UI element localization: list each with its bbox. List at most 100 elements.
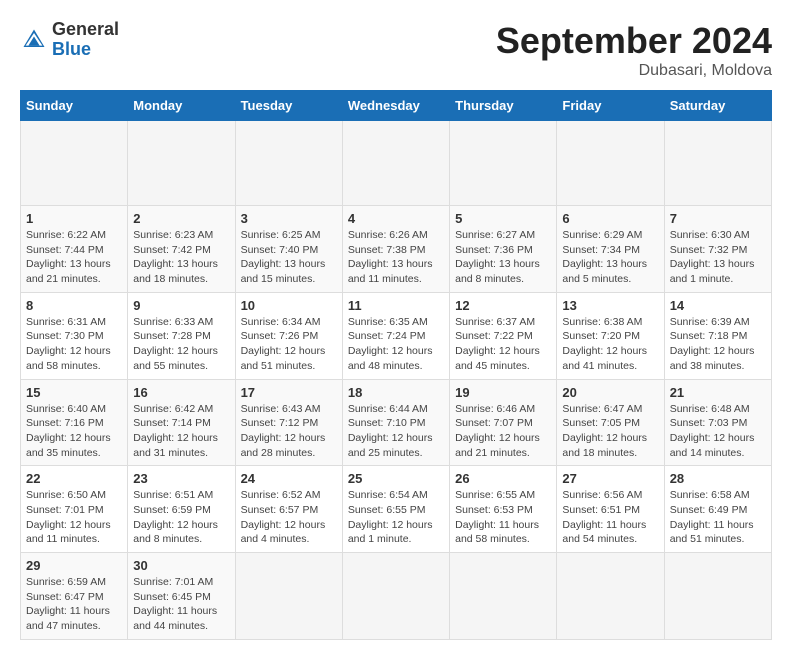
logo: General Blue [20, 20, 119, 60]
day-info: Sunrise: 6:22 AMSunset: 7:44 PMDaylight:… [26, 228, 122, 287]
day-info: Sunrise: 6:37 AMSunset: 7:22 PMDaylight:… [455, 315, 551, 374]
day-cell: 10Sunrise: 6:34 AMSunset: 7:26 PMDayligh… [235, 292, 342, 379]
day-cell: 1 Sunrise: 6:22 AMSunset: 7:44 PMDaylight… [21, 206, 128, 293]
day-number: 29 [26, 558, 122, 573]
week-row-3: 15Sunrise: 6:40 AMSunset: 7:16 PMDayligh… [21, 379, 772, 466]
day-cell [664, 121, 771, 206]
day-cell: 9 Sunrise: 6:33 AMSunset: 7:28 PMDaylight… [128, 292, 235, 379]
day-number: 24 [241, 471, 337, 486]
day-number: 8 [26, 298, 122, 313]
day-cell: 15Sunrise: 6:40 AMSunset: 7:16 PMDayligh… [21, 379, 128, 466]
logo-icon [20, 26, 48, 54]
day-cell [342, 553, 449, 640]
day-info: Sunrise: 6:54 AMSunset: 6:55 PMDaylight:… [348, 488, 444, 547]
logo-blue: Blue [52, 40, 119, 60]
day-info: Sunrise: 6:26 AMSunset: 7:38 PMDaylight:… [348, 228, 444, 287]
day-cell [128, 121, 235, 206]
day-info: Sunrise: 6:39 AMSunset: 7:18 PMDaylight:… [670, 315, 766, 374]
day-cell [557, 553, 664, 640]
day-number: 2 [133, 211, 229, 226]
day-info: Sunrise: 6:52 AMSunset: 6:57 PMDaylight:… [241, 488, 337, 547]
day-number: 12 [455, 298, 551, 313]
week-row-5: 29 Sunrise: 6:59 AMSunset: 6:47 PMDayligh… [21, 553, 772, 640]
day-number: 26 [455, 471, 551, 486]
day-cell: 20Sunrise: 6:47 AMSunset: 7:05 PMDayligh… [557, 379, 664, 466]
day-cell [557, 121, 664, 206]
day-cell: 4 Sunrise: 6:26 AMSunset: 7:38 PMDaylight… [342, 206, 449, 293]
day-cell: 21 Sunrise: 6:48 AMSunset: 7:03 PMDayligh… [664, 379, 771, 466]
day-cell: 28Sunrise: 6:58 AMSunset: 6:49 PMDayligh… [664, 466, 771, 553]
day-info: Sunrise: 6:23 AMSunset: 7:42 PMDaylight:… [133, 228, 229, 287]
day-number: 3 [241, 211, 337, 226]
day-cell: 22 Sunrise: 6:50 AMSunset: 7:01 PMDayligh… [21, 466, 128, 553]
day-info: Sunrise: 6:59 AMSunset: 6:47 PMDaylight:… [26, 575, 122, 634]
day-info: Sunrise: 6:33 AMSunset: 7:28 PMDaylight:… [133, 315, 229, 374]
day-cell: 16Sunrise: 6:42 AMSunset: 7:14 PMDayligh… [128, 379, 235, 466]
day-cell: 3 Sunrise: 6:25 AMSunset: 7:40 PMDaylight… [235, 206, 342, 293]
day-info: Sunrise: 6:40 AMSunset: 7:16 PMDaylight:… [26, 402, 122, 461]
day-cell [21, 121, 128, 206]
day-number: 22 [26, 471, 122, 486]
col-sunday: Sunday [21, 91, 128, 121]
day-info: Sunrise: 6:58 AMSunset: 6:49 PMDaylight:… [670, 488, 766, 547]
day-number: 25 [348, 471, 444, 486]
day-number: 4 [348, 211, 444, 226]
day-cell: 30 Sunrise: 7:01 AMSunset: 6:45 PMDayligh… [128, 553, 235, 640]
day-info: Sunrise: 7:01 AMSunset: 6:45 PMDaylight:… [133, 575, 229, 634]
title-section: September 2024 Dubasari, Moldova [496, 20, 772, 80]
day-info: Sunrise: 6:25 AMSunset: 7:40 PMDaylight:… [241, 228, 337, 287]
day-cell [235, 121, 342, 206]
day-number: 27 [562, 471, 658, 486]
day-cell: 19Sunrise: 6:46 AMSunset: 7:07 PMDayligh… [450, 379, 557, 466]
week-row-0 [21, 121, 772, 206]
day-number: 7 [670, 211, 766, 226]
day-info: Sunrise: 6:50 AMSunset: 7:01 PMDaylight:… [26, 488, 122, 547]
day-cell: 25 Sunrise: 6:54 AMSunset: 6:55 PMDayligh… [342, 466, 449, 553]
day-info: Sunrise: 6:38 AMSunset: 7:20 PMDaylight:… [562, 315, 658, 374]
day-cell: 18Sunrise: 6:44 AMSunset: 7:10 PMDayligh… [342, 379, 449, 466]
day-number: 30 [133, 558, 229, 573]
day-info: Sunrise: 6:43 AMSunset: 7:12 PMDaylight:… [241, 402, 337, 461]
calendar-table: Sunday Monday Tuesday Wednesday Thursday… [20, 90, 772, 640]
day-number: 13 [562, 298, 658, 313]
day-cell [664, 553, 771, 640]
day-cell: 11 Sunrise: 6:35 AMSunset: 7:24 PMDayligh… [342, 292, 449, 379]
day-number: 21 [670, 385, 766, 400]
month-title: September 2024 [496, 20, 772, 62]
day-cell: 14Sunrise: 6:39 AMSunset: 7:18 PMDayligh… [664, 292, 771, 379]
day-number: 6 [562, 211, 658, 226]
logo-text: General Blue [52, 20, 119, 60]
day-cell: 6 Sunrise: 6:29 AMSunset: 7:34 PMDaylight… [557, 206, 664, 293]
day-number: 11 [348, 298, 444, 313]
logo-general: General [52, 20, 119, 40]
day-cell: 12 Sunrise: 6:37 AMSunset: 7:22 PMDayligh… [450, 292, 557, 379]
day-cell [450, 553, 557, 640]
day-info: Sunrise: 6:48 AMSunset: 7:03 PMDaylight:… [670, 402, 766, 461]
col-thursday: Thursday [450, 91, 557, 121]
day-cell [450, 121, 557, 206]
week-row-2: 8 Sunrise: 6:31 AMSunset: 7:30 PMDaylight… [21, 292, 772, 379]
col-friday: Friday [557, 91, 664, 121]
col-monday: Monday [128, 91, 235, 121]
day-info: Sunrise: 6:55 AMSunset: 6:53 PMDaylight:… [455, 488, 551, 547]
day-info: Sunrise: 6:31 AMSunset: 7:30 PMDaylight:… [26, 315, 122, 374]
day-number: 1 [26, 211, 122, 226]
day-number: 23 [133, 471, 229, 486]
day-number: 9 [133, 298, 229, 313]
day-cell: 23 Sunrise: 6:51 AMSunset: 6:59 PMDayligh… [128, 466, 235, 553]
week-row-1: 1 Sunrise: 6:22 AMSunset: 7:44 PMDaylight… [21, 206, 772, 293]
day-info: Sunrise: 6:29 AMSunset: 7:34 PMDaylight:… [562, 228, 658, 287]
week-row-4: 22 Sunrise: 6:50 AMSunset: 7:01 PMDayligh… [21, 466, 772, 553]
day-cell: 13 Sunrise: 6:38 AMSunset: 7:20 PMDayligh… [557, 292, 664, 379]
day-cell: 29 Sunrise: 6:59 AMSunset: 6:47 PMDayligh… [21, 553, 128, 640]
day-info: Sunrise: 6:27 AMSunset: 7:36 PMDaylight:… [455, 228, 551, 287]
day-cell: 26 Sunrise: 6:55 AMSunset: 6:53 PMDayligh… [450, 466, 557, 553]
day-info: Sunrise: 6:35 AMSunset: 7:24 PMDaylight:… [348, 315, 444, 374]
day-info: Sunrise: 6:44 AMSunset: 7:10 PMDaylight:… [348, 402, 444, 461]
day-cell: 5Sunrise: 6:27 AMSunset: 7:36 PMDaylight… [450, 206, 557, 293]
day-info: Sunrise: 6:51 AMSunset: 6:59 PMDaylight:… [133, 488, 229, 547]
day-number: 17 [241, 385, 337, 400]
day-info: Sunrise: 6:34 AMSunset: 7:26 PMDaylight:… [241, 315, 337, 374]
col-tuesday: Tuesday [235, 91, 342, 121]
day-number: 16 [133, 385, 229, 400]
